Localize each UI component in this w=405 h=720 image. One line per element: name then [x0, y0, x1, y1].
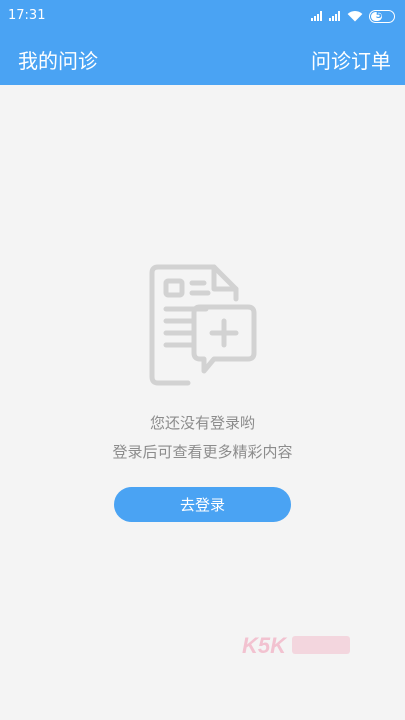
battery-icon: 56: [369, 9, 395, 23]
signal-icon: [329, 11, 341, 21]
consultation-orders-button[interactable]: 问诊订单: [311, 45, 391, 74]
screen: 17:31 56 我的问诊 问诊订单 您还没有登录哟 登录后可查看更多精彩内容 …: [0, 0, 405, 720]
document-plus-icon: [149, 264, 257, 386]
login-button[interactable]: 去登录: [114, 487, 291, 522]
page-title: 我的问诊: [18, 49, 98, 73]
not-logged-in-message: 您还没有登录哟: [149, 414, 255, 432]
watermark-logo: K5K: [242, 633, 350, 658]
status-time: 17:31: [8, 8, 46, 23]
status-icons: 56: [311, 7, 395, 25]
battery-level: 56: [375, 10, 389, 21]
login-hint-message: 登录后可查看更多精彩内容: [112, 443, 293, 461]
wifi-icon: [347, 10, 363, 22]
signal-icon: [311, 11, 323, 21]
header: 我的问诊 问诊订单: [0, 32, 405, 85]
status-bar: 17:31 56: [0, 0, 405, 32]
watermark-text: K5K: [242, 633, 288, 658]
